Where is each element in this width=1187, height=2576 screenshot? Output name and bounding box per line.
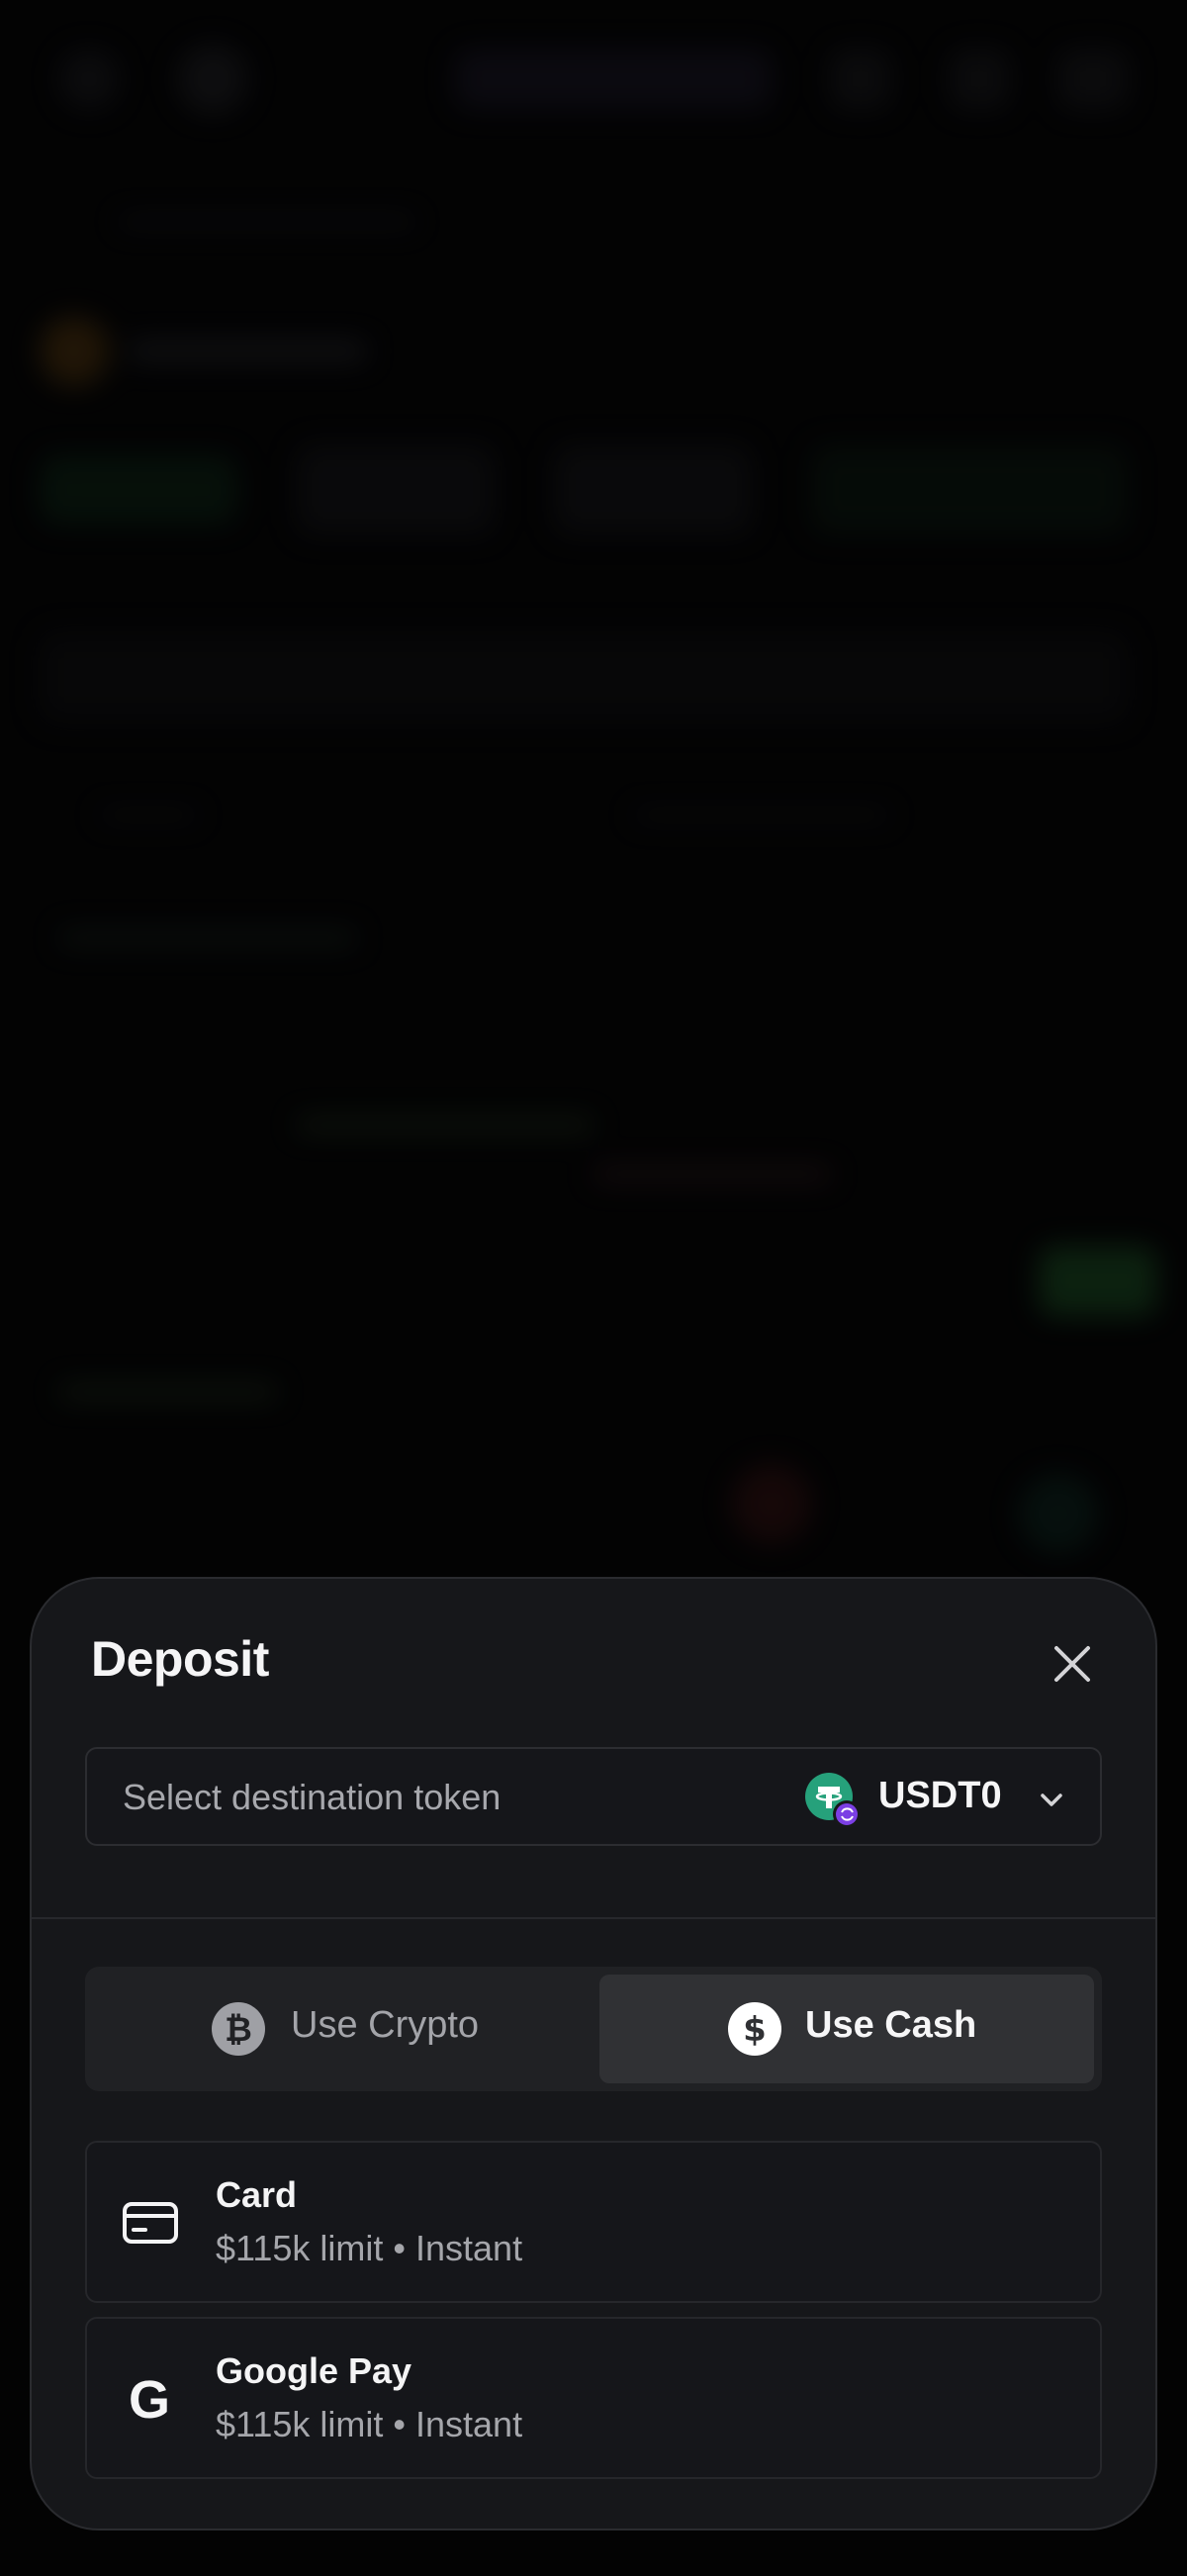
option-detail: $115k limit • Instant <box>216 2404 523 2444</box>
option-detail: $115k limit • Instant <box>216 2228 523 2268</box>
option-name: Card <box>216 2174 298 2215</box>
destination-token-select[interactable]: Select destination token USDT0 <box>85 1747 1102 1846</box>
svg-text:$: $ <box>743 2010 767 2050</box>
use-cash-label: Use Cash <box>805 2004 977 2046</box>
chevron-down-icon <box>1041 1794 1062 1806</box>
use-crypto-tab[interactable]: ₿ Use Crypto <box>93 1975 588 2083</box>
svg-text:G: G <box>129 2370 170 2428</box>
selected-token-name: USDT0 <box>878 1775 1002 1816</box>
option-name: Google Pay <box>216 2350 412 2391</box>
google-icon: G <box>129 2370 170 2428</box>
payment-method-toggle: ₿ Use Crypto $ Use Cash <box>85 1967 1102 2091</box>
section-divider <box>32 1917 1155 1919</box>
use-cash-tab[interactable]: $ Use Cash <box>599 1975 1094 2083</box>
use-crypto-label: Use Crypto <box>291 2004 480 2046</box>
destination-token-placeholder: Select destination token <box>123 1777 502 1817</box>
close-icon <box>1054 1646 1090 1682</box>
google-pay-option[interactable]: G Google Pay $115k limit • Instant <box>85 2317 1102 2479</box>
dollar-icon: $ <box>728 2002 781 2056</box>
card-option[interactable]: Card $115k limit • Instant <box>85 2141 1102 2303</box>
deposit-title: Deposit <box>91 1631 269 1687</box>
deposit-sheet: Deposit Select destination token USDT0 ₿… <box>30 1577 1157 2530</box>
usdt0-token-icon <box>805 1773 861 1828</box>
close-button[interactable] <box>1049 1640 1096 1688</box>
bitcoin-icon: ₿ <box>212 2002 265 2056</box>
svg-text:₿: ₿ <box>225 2010 252 2050</box>
card-icon <box>123 2202 178 2244</box>
